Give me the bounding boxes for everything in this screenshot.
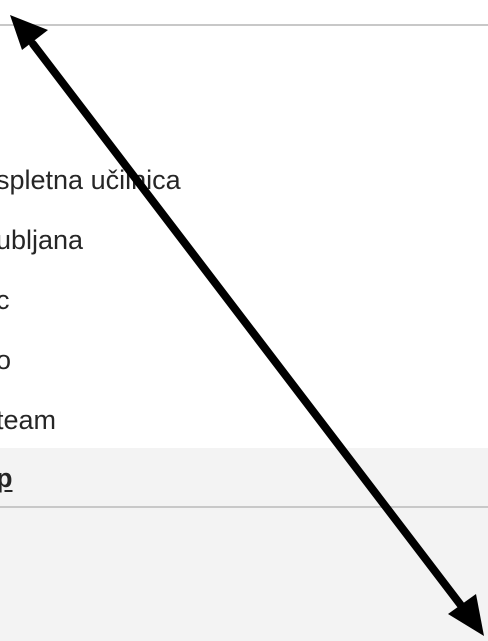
menu-item-label: p	[0, 448, 13, 506]
menu-item-spletna-ucilnica[interactable]: spletna učilnica	[0, 150, 488, 210]
menu-item-ljubljana[interactable]: ubljana	[0, 210, 488, 270]
menu-item-label: spletna učilnica	[0, 165, 181, 195]
menu-item-team[interactable]: team	[0, 390, 488, 450]
top-bar	[0, 0, 488, 26]
menu-item-o[interactable]: o	[0, 330, 488, 390]
menu-item-label: o	[0, 345, 12, 375]
menu-item-active[interactable]: p	[0, 448, 488, 508]
footer-area	[0, 508, 488, 641]
menu-item-c[interactable]: c	[0, 270, 488, 330]
menu-item-label: team	[0, 405, 57, 435]
menu-item-label: ubljana	[0, 225, 84, 255]
menu-item-label: c	[0, 285, 10, 315]
